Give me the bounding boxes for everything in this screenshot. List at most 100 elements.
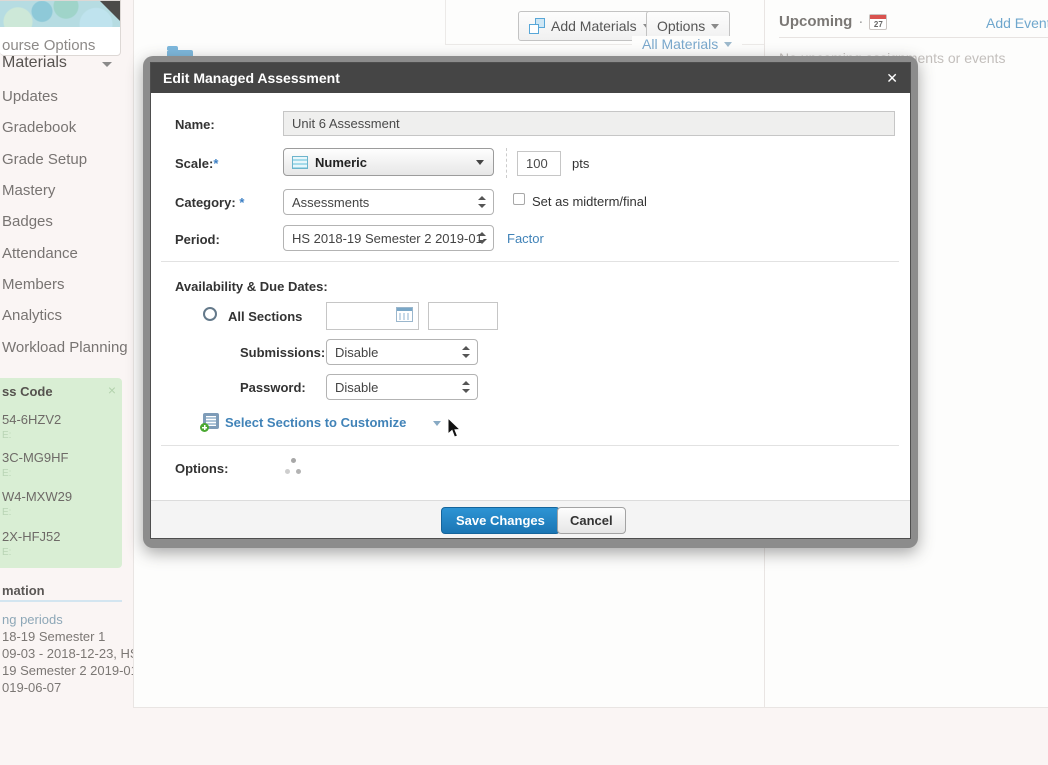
submissions-label: Submissions: (240, 345, 325, 360)
upcoming-header: Upcoming · 27 (779, 13, 887, 30)
all-sections-radio[interactable] (203, 307, 217, 321)
save-changes-button[interactable]: Save Changes (441, 507, 560, 534)
divider (779, 37, 1048, 38)
password-select[interactable]: Disable (326, 374, 478, 400)
information-title: mation (2, 583, 45, 598)
dialog-body: Edit Managed Assessment ✕ Name: Scale:* … (150, 62, 911, 539)
course-thumbnail-image (0, 1, 120, 27)
numeric-scale-icon (292, 156, 308, 169)
add-event-link[interactable]: Add Event (986, 15, 1048, 31)
grading-period-text: 09-03 - 2018-12-23, HS (2, 646, 133, 661)
dialog-footer: Save Changes Cancel (151, 500, 910, 538)
dialog-title: Edit Managed Assessment (151, 63, 910, 93)
select-arrows-icon (462, 380, 470, 394)
scale-dropdown[interactable]: Numeric (283, 148, 494, 176)
submissions-value: Disable (335, 345, 378, 360)
end-date-input[interactable] (428, 302, 498, 330)
sidebar-item-workload-planning[interactable]: Workload Planning (2, 339, 130, 356)
period-select[interactable]: HS 2018-19 Semester 2 2019-01- (283, 225, 494, 251)
calendar-picker-icon[interactable] (396, 307, 413, 322)
submissions-select[interactable]: Disable (326, 339, 478, 365)
scale-value: Numeric (315, 155, 367, 170)
select-sections-link[interactable]: Select Sections to Customize (225, 415, 406, 430)
add-materials-label: Add Materials (551, 18, 637, 34)
sidebar-item-members[interactable]: Members (2, 276, 130, 293)
all-sections-label: All Sections (228, 309, 302, 324)
access-code-sublabel: E: (2, 468, 11, 479)
grading-period-text: 18-19 Semester 1 (2, 629, 133, 644)
password-value: Disable (335, 380, 378, 395)
midterm-label: Set as midterm/final (532, 194, 647, 209)
chevron-down-icon (433, 421, 441, 426)
separator-dot: · (858, 13, 863, 30)
plus-icon (200, 423, 209, 432)
period-value: HS 2018-19 Semester 2 2019-01- (292, 231, 487, 246)
calendar-icon[interactable]: 27 (869, 14, 887, 30)
select-arrows-icon (478, 195, 486, 209)
points-input[interactable] (517, 151, 561, 176)
category-select[interactable]: Assessments (283, 189, 494, 215)
name-input[interactable] (283, 111, 895, 136)
divider (161, 445, 899, 446)
chevron-down-icon (102, 62, 112, 67)
chevron-down-icon (711, 24, 719, 29)
sidebar-item-updates[interactable]: Updates (2, 88, 130, 105)
select-arrows-icon (478, 231, 486, 245)
sidebar-item-badges[interactable]: Badges (2, 213, 130, 230)
factor-link[interactable]: Factor (507, 231, 544, 246)
password-label: Password: (240, 380, 306, 395)
sidebar-item-analytics[interactable]: Analytics (2, 307, 130, 324)
divider (506, 148, 507, 178)
availability-heading: Availability & Due Dates: (175, 279, 328, 294)
edit-managed-assessment-dialog: Edit Managed Assessment ✕ Name: Scale:* … (143, 56, 918, 548)
close-icon[interactable]: ✕ (886, 63, 898, 93)
sidebar-item-gradebook[interactable]: Gradebook (2, 119, 130, 136)
chevron-down-icon (724, 42, 732, 47)
grading-period-text: 019-06-07 (2, 680, 133, 695)
grading-period-text: 19 Semester 2 2019-01- (2, 663, 133, 678)
chevron-down-icon (476, 160, 484, 165)
divider (0, 600, 122, 602)
access-code-value: 54-6HZV2 (2, 412, 61, 427)
grading-periods-link[interactable]: ng periods (2, 612, 63, 627)
course-profile-card: ourse Options (0, 0, 121, 56)
options-label: Options: (175, 461, 228, 476)
close-icon[interactable]: × (108, 382, 116, 398)
sidebar-item-attendance[interactable]: Attendance (2, 245, 130, 262)
access-code-sublabel: E: (2, 547, 11, 558)
divider (445, 0, 446, 44)
points-unit-label: pts (572, 156, 589, 171)
divider (161, 261, 899, 262)
upcoming-title-label: Upcoming (779, 13, 852, 30)
category-value: Assessments (292, 195, 369, 210)
sidebar-item-grade-setup[interactable]: Grade Setup (2, 151, 130, 168)
required-asterisk: * (239, 195, 244, 210)
select-arrows-icon (462, 345, 470, 359)
access-code-sublabel: E: (2, 507, 11, 518)
cancel-button[interactable]: Cancel (557, 507, 626, 534)
name-label: Name: (175, 117, 215, 132)
midterm-checkbox[interactable] (513, 193, 525, 205)
all-materials-filter[interactable]: All Materials (632, 36, 742, 52)
materials-label: Materials (2, 54, 67, 71)
all-materials-label: All Materials (642, 36, 718, 52)
access-code-title: ss Code (2, 384, 53, 399)
access-code-value: 2X-HFJ52 (2, 529, 61, 544)
sections-notebook-icon (203, 413, 219, 429)
sidebar: ourse Options Materials Updates Gradeboo… (0, 0, 133, 765)
scale-label: Scale:* (175, 156, 218, 171)
required-asterisk: * (213, 156, 218, 171)
access-code-value: W4-MXW29 (2, 489, 72, 504)
sidebar-item-mastery[interactable]: Mastery (2, 182, 130, 199)
add-materials-icon (529, 18, 545, 34)
access-code-panel: ss Code × 54-6HZV2 E: 3C-MG9HF E: W4-MXW… (0, 378, 122, 568)
access-code-sublabel: E: (2, 430, 11, 441)
sidebar-item-materials[interactable]: Materials (2, 54, 120, 72)
loading-spinner-icon (285, 458, 303, 475)
category-label: Category: * (175, 195, 244, 210)
mouse-cursor (447, 417, 463, 439)
options-label: Options (657, 18, 705, 34)
access-code-value: 3C-MG9HF (2, 450, 68, 465)
sidebar-item-course-options[interactable]: ourse Options (2, 37, 95, 54)
period-label: Period: (175, 232, 220, 247)
